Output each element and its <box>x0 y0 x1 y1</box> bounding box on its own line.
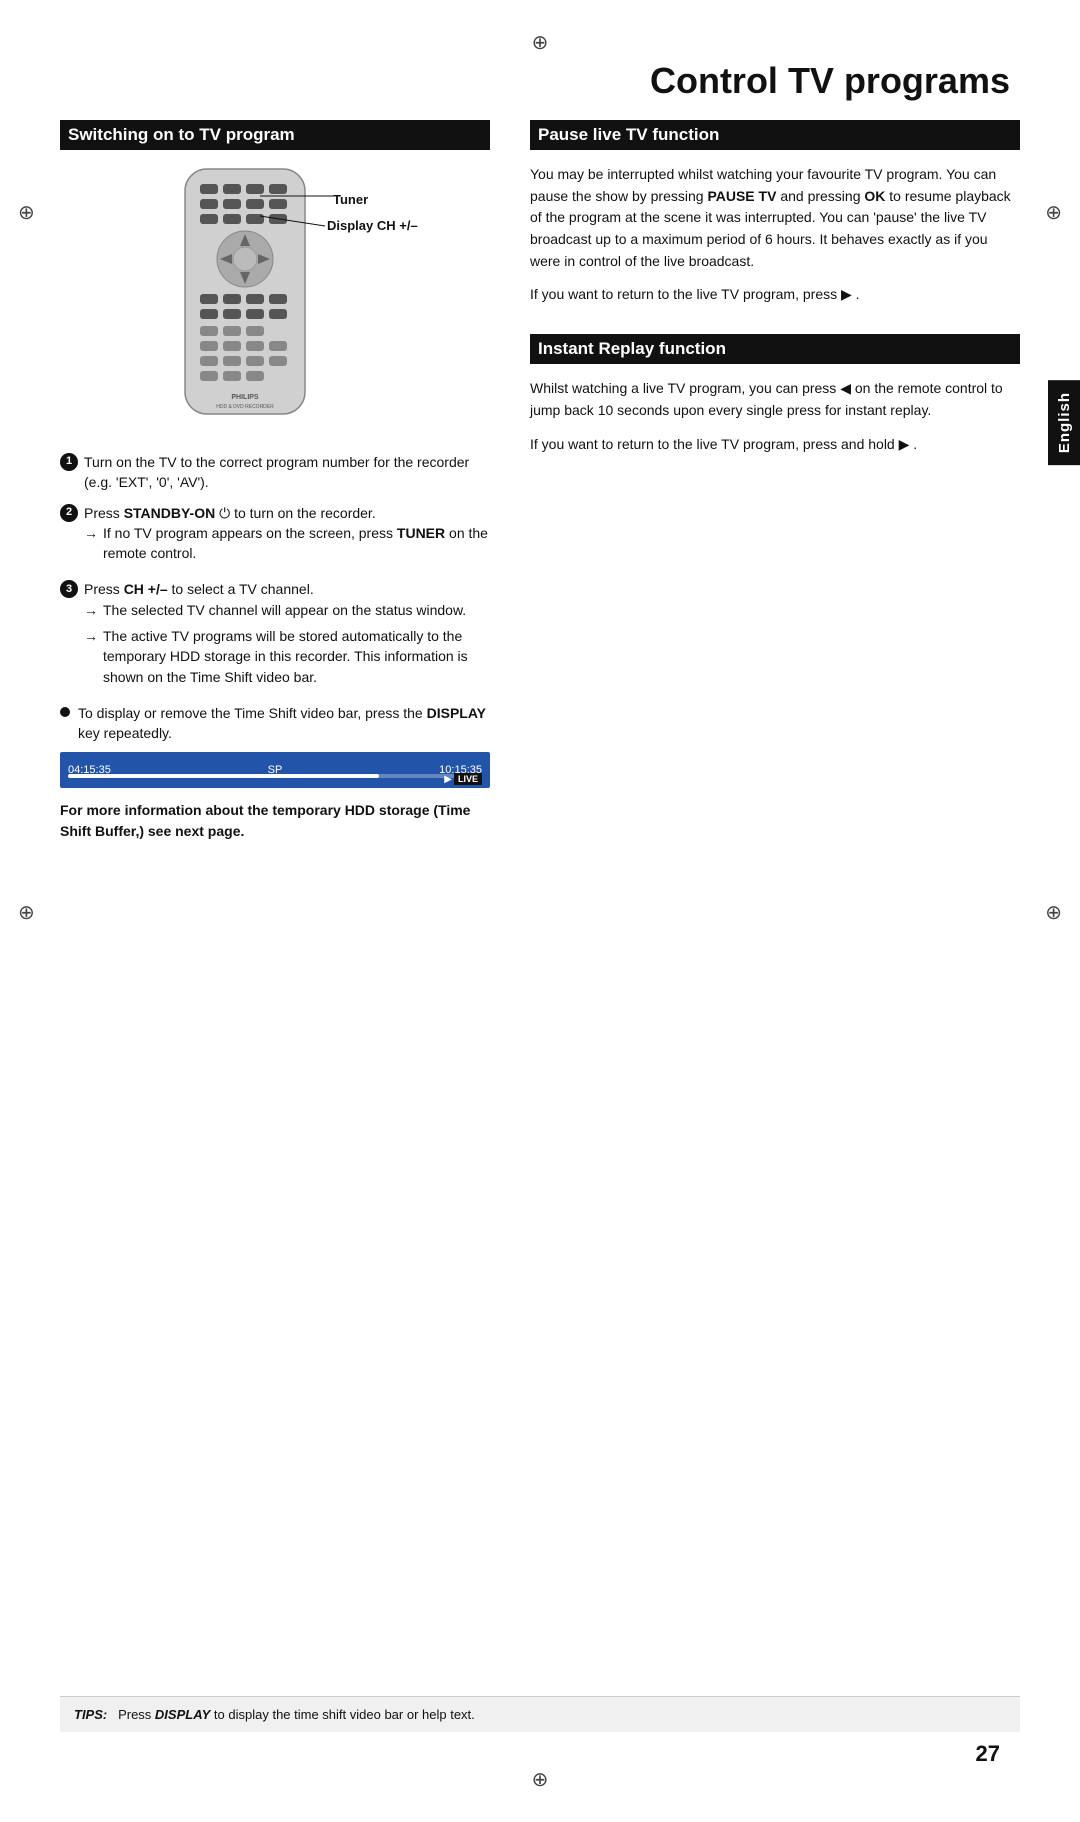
step-3-arrow-1: → The selected TV channel will appear on… <box>60 600 466 620</box>
step-3-arrow-2: → The active TV programs will be stored … <box>60 626 490 687</box>
reg-mark-top: ⊕ <box>532 30 549 55</box>
svg-text:HDD & DVD RECORDER: HDD & DVD RECORDER <box>216 404 274 410</box>
reg-mark-right-mid: ⊕ <box>1045 900 1062 925</box>
step-3-text: Press CH +/– to select a TV channel. <box>84 579 314 599</box>
step-number-3: 3 <box>60 580 78 598</box>
timeshift-bar: 04:15:35 SP 10:15:35 ▶ LIVE <box>60 752 490 788</box>
instant-section: Instant Replay function Whilst watching … <box>530 334 1020 455</box>
instant-paragraph-2: If you want to return to the live TV pro… <box>530 434 1020 456</box>
instant-paragraph-1: Whilst watching a live TV program, you c… <box>530 378 1020 421</box>
step-3: 3 Press CH +/– to select a TV channel. →… <box>60 579 490 692</box>
reg-mark-left-top: ⊕ <box>18 200 35 225</box>
pause-paragraph-2: If you want to return to the live TV pro… <box>530 284 1020 306</box>
tuner-callout-label: Tuner <box>333 192 368 207</box>
bullet-text: To display or remove the Time Shift vide… <box>78 703 490 744</box>
step-number-1: 1 <box>60 453 78 471</box>
reg-mark-left-mid: ⊕ <box>18 900 35 925</box>
right-column: Pause live TV function You may be interr… <box>530 120 1020 842</box>
step-1-text: Turn on the TV to the correct program nu… <box>84 452 490 493</box>
page-number: 27 <box>976 1741 1000 1767</box>
english-tab: English <box>1048 380 1080 465</box>
bullet-item: To display or remove the Time Shift vide… <box>60 703 490 744</box>
remote-control-image: PHILIPS HDD & DVD RECORDER <box>165 164 325 424</box>
step-2-arrow-1: → If no TV program appears on the screen… <box>60 523 490 564</box>
left-column: Switching on to TV program <box>60 120 490 842</box>
remote-illustration-area: PHILIPS HDD & DVD RECORDER Tuner <box>60 164 490 434</box>
step-2-text: Press STANDBY-ON ⏻ to turn on the record… <box>84 503 376 523</box>
instant-section-header: Instant Replay function <box>530 334 1020 364</box>
step-3-arrow-text-2: The active TV programs will be stored au… <box>103 626 490 687</box>
pause-section-header: Pause live TV function <box>530 120 1020 150</box>
arrow-symbol-2: → <box>84 600 98 620</box>
content-columns: Switching on to TV program <box>60 120 1020 842</box>
left-section-header: Switching on to TV program <box>60 120 490 150</box>
ts-live-badge: LIVE <box>454 773 482 785</box>
step-1: 1 Turn on the TV to the correct program … <box>60 452 490 493</box>
page-title: Control TV programs <box>60 60 1020 102</box>
arrow-symbol-3: → <box>84 626 98 646</box>
reg-mark-right-top: ⊕ <box>1045 200 1062 225</box>
arrow-symbol: → <box>84 523 98 543</box>
steps-list: 1 Turn on the TV to the correct program … <box>60 452 490 693</box>
bullet-dot <box>60 707 70 717</box>
step-number-2: 2 <box>60 504 78 522</box>
pause-paragraph-1: You may be interrupted whilst watching y… <box>530 164 1020 272</box>
step-3-arrow-text-1: The selected TV channel will appear on t… <box>103 600 466 620</box>
step-2-arrow-text: If no TV program appears on the screen, … <box>103 523 490 564</box>
reg-mark-bottom: ⊕ <box>532 1767 549 1792</box>
bold-note: For more information about the temporary… <box>60 800 490 842</box>
display-ch-callout-label: Display CH +/– <box>327 218 418 233</box>
tips-label: TIPS: <box>74 1707 107 1722</box>
ts-bar-track <box>68 774 482 778</box>
step-2: 2 Press STANDBY-ON ⏻ to turn on the reco… <box>60 503 490 570</box>
ts-bar-fill <box>68 774 379 778</box>
tips-bar: TIPS: Press DISPLAY to display the time … <box>60 1696 1020 1732</box>
ts-arrow: ▶ <box>444 774 452 785</box>
svg-text:PHILIPS: PHILIPS <box>231 394 259 401</box>
tips-text: Press DISPLAY to display the time shift … <box>118 1707 475 1722</box>
